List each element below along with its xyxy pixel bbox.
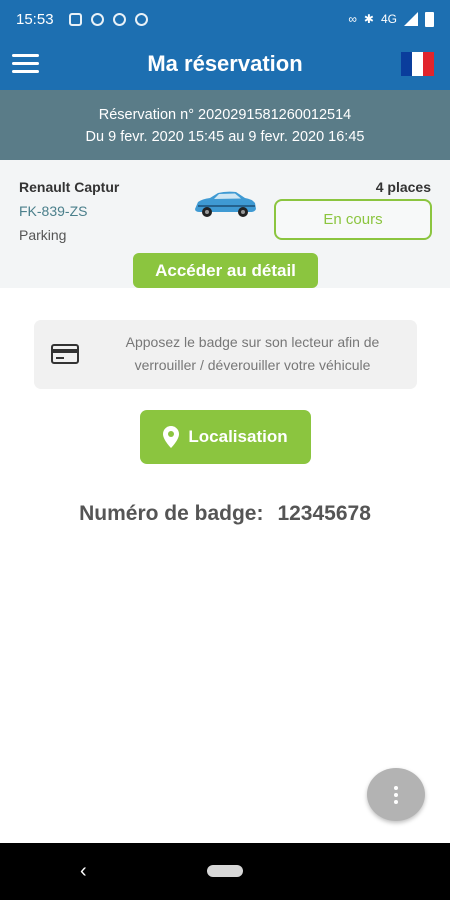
flag-fr-icon[interactable] xyxy=(401,52,434,76)
menu-icon[interactable] xyxy=(12,54,39,74)
reservation-banner: Réservation n° 2020291581260012514 Du 9 … xyxy=(0,90,450,160)
vehicle-seats: 4 places xyxy=(375,179,431,195)
badge-number-value: 12345678 xyxy=(277,502,371,525)
badge-number-row: Numéro de badge: 12345678 xyxy=(0,502,450,526)
more-options-button[interactable] xyxy=(367,768,425,821)
status-badge[interactable]: En cours xyxy=(274,199,432,240)
status-time: 15:53 xyxy=(16,10,54,28)
home-pill-icon[interactable] xyxy=(207,865,243,877)
vehicle-plate: FK-839-ZS xyxy=(19,203,88,219)
detail-button[interactable]: Accéder au détail xyxy=(133,253,318,288)
bluetooth-icon: ✱ xyxy=(363,12,374,26)
badge-instruction: Apposez le badge sur son lecteur afin de… xyxy=(125,334,380,373)
localisation-label: Localisation xyxy=(188,427,288,446)
settings-icon xyxy=(112,12,126,26)
status-bar: 15:53 ∞ ✱ 4G xyxy=(0,0,450,38)
phone-icon xyxy=(90,12,104,26)
network-type: 4G xyxy=(380,12,397,26)
page-title: Ma réservation xyxy=(147,51,303,76)
vehicle-model: Renault Captur xyxy=(19,179,120,195)
badge-info-box: Apposez le badge sur son lecteur afin de… xyxy=(34,320,417,389)
vehicle-location: Parking xyxy=(19,227,67,243)
link-icon: ∞ xyxy=(348,12,357,26)
localisation-button[interactable]: Localisation xyxy=(140,410,311,464)
badge-number-label: Numéro de badge: xyxy=(79,502,264,525)
phone-icon xyxy=(134,12,148,26)
battery-icon xyxy=(425,11,434,27)
reservation-period: Du 9 fevr. 2020 15:45 au 9 fevr. 2020 16… xyxy=(85,129,365,145)
signal-icon xyxy=(404,12,418,26)
location-pin-icon xyxy=(163,426,180,448)
image-icon xyxy=(68,12,82,26)
app-bar: Ma réservation xyxy=(0,38,450,90)
car-icon xyxy=(195,191,256,217)
credit-card-icon xyxy=(51,344,79,364)
back-icon[interactable]: ‹ xyxy=(80,860,87,883)
reservation-number: Réservation n° 2020291581260012514 xyxy=(98,107,352,123)
system-nav-bar: ‹ xyxy=(0,843,450,900)
more-vertical-icon xyxy=(394,785,398,790)
